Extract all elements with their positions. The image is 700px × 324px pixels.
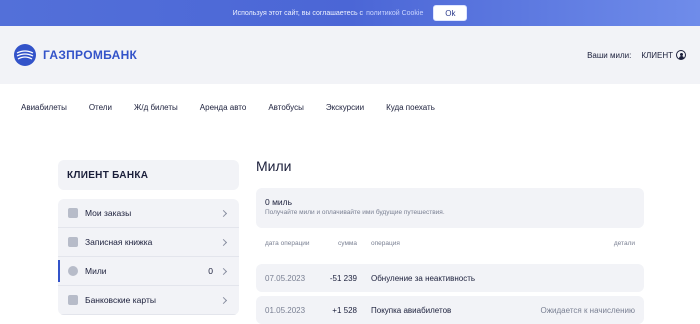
sidebar-item-label: Мои заказы bbox=[85, 208, 132, 218]
sidebar-title: КЛИЕНТ БАНКА bbox=[58, 160, 239, 190]
sidebar-item-contact-book[interactable]: Записная книжка bbox=[58, 228, 239, 257]
chevron-right-icon bbox=[219, 209, 228, 217]
nav-item-excursions[interactable]: Экскурсии bbox=[326, 103, 364, 112]
column-header-operation: операция bbox=[371, 240, 400, 247]
transactions-table-header: дата операции сумма операция детали bbox=[256, 240, 644, 260]
nav-item-hotels[interactable]: Отели bbox=[89, 103, 112, 112]
transaction-date: 07.05.2023 bbox=[265, 273, 306, 283]
site-header: ГАЗПРОМБАНК Ваши мили: КЛИЕНТ bbox=[0, 26, 700, 84]
transaction-date: 01.05.2023 bbox=[265, 305, 306, 315]
nav-item-buses[interactable]: Автобусы bbox=[268, 103, 304, 112]
nav-item-where-to-go[interactable]: Куда поехать bbox=[386, 103, 435, 112]
main-nav: Авиабилеты Отели Ж/д билеты Аренда авто … bbox=[21, 103, 457, 112]
cookie-ok-button[interactable]: Ok bbox=[433, 5, 468, 21]
briefcase-icon bbox=[68, 208, 78, 218]
column-header-date: дата операции bbox=[265, 240, 310, 247]
transaction-details: Ожидается к начислению bbox=[540, 305, 635, 315]
contact-book-icon bbox=[68, 237, 78, 247]
chevron-right-icon bbox=[219, 267, 228, 275]
transaction-sum: +1 528 bbox=[332, 305, 357, 315]
miles-count-badge: 0 bbox=[208, 266, 213, 276]
chevron-right-icon bbox=[219, 238, 228, 246]
table-row: 01.05.2023 +1 528 Покупка авиабилетов Ож… bbox=[256, 296, 644, 324]
transaction-operation: Покупка авиабилетов bbox=[371, 305, 452, 315]
table-row: 07.05.2023 -51 239 Обнуление за неактивн… bbox=[256, 264, 644, 292]
nav-item-flights[interactable]: Авиабилеты bbox=[21, 103, 67, 112]
miles-balance-card: 0 миль Получайте мили и оплачивайте ими … bbox=[256, 188, 644, 228]
column-header-details: детали bbox=[613, 240, 635, 247]
brand-name: ГАЗПРОМБАНК bbox=[43, 48, 138, 62]
page-title: Мили bbox=[256, 158, 292, 174]
cookie-policy-link[interactable]: политикой Cookie bbox=[366, 10, 423, 17]
sidebar-item-label: Мили bbox=[85, 266, 107, 276]
sidebar-item-orders[interactable]: Мои заказы bbox=[58, 199, 239, 228]
miles-hint: Получайте мили и оплачивайте ими будущие… bbox=[265, 209, 445, 216]
brand-logo-link[interactable]: ГАЗПРОМБАНК bbox=[14, 44, 137, 66]
sidebar-item-label: Банковские карты bbox=[85, 295, 156, 305]
sidebar-item-miles[interactable]: Мили 0 bbox=[58, 257, 239, 286]
sidebar-item-label: Записная книжка bbox=[85, 237, 153, 247]
sidebar-item-bank-cards[interactable]: Банковские карты bbox=[58, 286, 239, 315]
nav-item-trains[interactable]: Ж/д билеты bbox=[134, 103, 178, 112]
user-area: Ваши мили: КЛИЕНТ bbox=[587, 50, 686, 60]
user-icon[interactable] bbox=[676, 50, 686, 60]
account-sidebar: КЛИЕНТ БАНКА Мои заказы Записная книжка … bbox=[58, 160, 239, 315]
column-header-sum: сумма bbox=[338, 240, 357, 247]
nav-item-car-rental[interactable]: Аренда авто bbox=[200, 103, 247, 112]
miles-amount: 0 миль bbox=[265, 197, 293, 207]
chevron-right-icon bbox=[219, 296, 228, 304]
main-content: Мили 0 миль Получайте мили и оплачивайте… bbox=[256, 158, 644, 324]
cookie-banner: Используя этот сайт, вы соглашаетесь с п… bbox=[0, 0, 700, 26]
miles-icon bbox=[68, 266, 78, 276]
gazprombank-logo-icon bbox=[14, 44, 36, 66]
cookie-text: Используя этот сайт, вы соглашаетесь с bbox=[232, 9, 364, 17]
account-menu: Мои заказы Записная книжка Мили 0 Банков… bbox=[58, 199, 239, 315]
client-menu-label[interactable]: КЛИЕНТ bbox=[641, 51, 673, 60]
miles-balance-label: Ваши мили: bbox=[587, 50, 632, 60]
transaction-sum: -51 239 bbox=[329, 273, 357, 283]
card-icon bbox=[68, 295, 78, 305]
transaction-operation: Обнуление за неактивность bbox=[371, 273, 476, 283]
